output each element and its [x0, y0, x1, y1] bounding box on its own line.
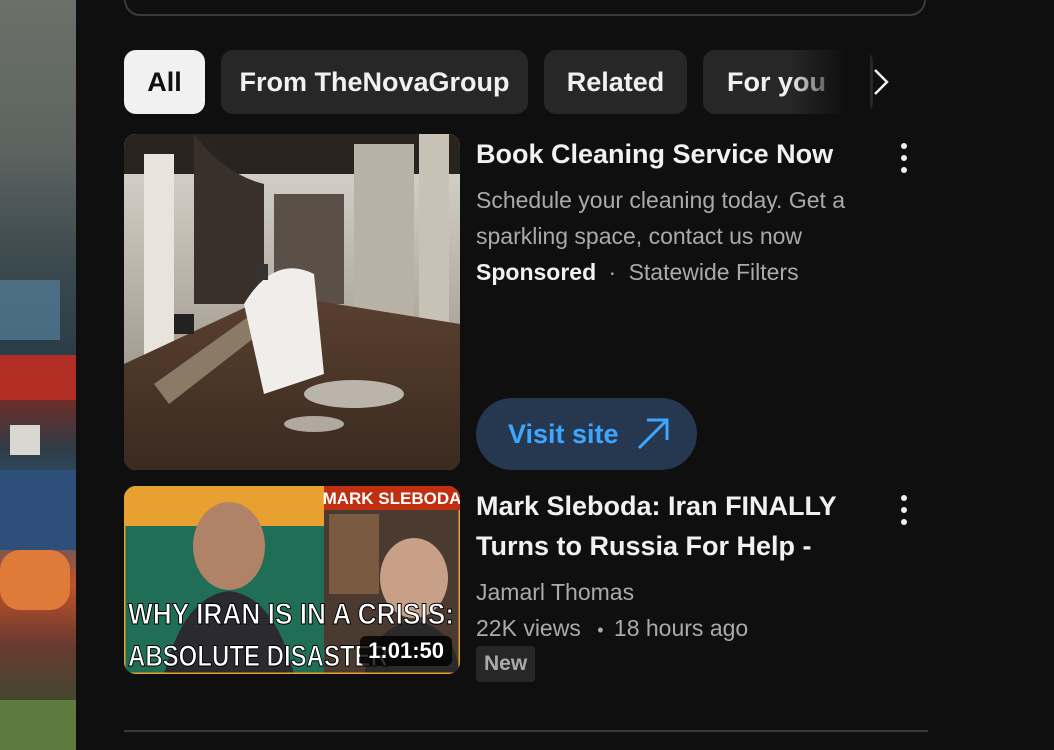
view-count: 22K views: [476, 615, 581, 641]
video-stats: 22K views • 18 hours ago: [476, 610, 748, 648]
chevron-right-icon: [874, 69, 889, 95]
thumb-name-tag: MARK SLEBODA: [323, 489, 460, 508]
upload-age: 18 hours ago: [613, 615, 749, 641]
more-vert-icon-dot: [901, 143, 907, 149]
video-more-button[interactable]: [888, 486, 920, 534]
ad-description: Schedule your cleaning today. Get a spar…: [476, 187, 846, 249]
more-vert-icon-dot: [901, 495, 907, 501]
more-vert-icon-dot: [901, 519, 907, 525]
chip-related[interactable]: Related: [544, 50, 687, 114]
meta-separator: •: [597, 620, 604, 640]
visit-site-label: Visit site: [508, 418, 619, 449]
thumb-headline-bottom: ABSOLUTE DISASTER: [128, 640, 388, 673]
meta-separator: ·: [608, 259, 617, 285]
video-duration: 1:01:50: [360, 636, 452, 666]
video-title[interactable]: Mark Sleboda: Iran FINALLY Turns to Russ…: [476, 486, 886, 566]
chip-scroll-next-button[interactable]: [856, 58, 904, 106]
more-vert-icon-dot: [901, 155, 907, 161]
ad-more-button[interactable]: [888, 134, 920, 182]
background-video-strip: [0, 0, 76, 750]
channel-name[interactable]: Jamarl Thomas: [476, 574, 634, 610]
chip-from-thenovagroup[interactable]: From TheNovaGroup: [221, 50, 528, 114]
sponsored-label: Sponsored: [476, 259, 597, 285]
ad-thumbnail[interactable]: [124, 134, 460, 470]
comment-box-edge: [124, 0, 926, 16]
more-vert-icon-dot: [901, 507, 907, 513]
more-vert-icon-dot: [901, 167, 907, 173]
ad-thumbnail-image: [124, 134, 460, 470]
arrow-up-right-icon: [637, 418, 669, 450]
thumb-headline-top: WHY IRAN IS IN A CRISIS:: [128, 598, 454, 631]
filter-chip-bar: All From TheNovaGroup Related For you: [124, 50, 884, 114]
video-thumbnail[interactable]: MARK SLEBODA WHY IRAN IS IN A CRISIS: AB…: [124, 486, 460, 674]
ad-sponsor-line: Sponsored · Statewide Filters: [476, 254, 799, 290]
visit-site-button[interactable]: Visit site: [476, 398, 697, 470]
new-badge: New: [476, 646, 536, 682]
ad-title[interactable]: Book Cleaning Service Now: [476, 134, 886, 174]
section-divider: [124, 730, 928, 732]
chip-all[interactable]: All: [124, 50, 205, 114]
advertiser-name: Statewide Filters: [628, 259, 799, 285]
